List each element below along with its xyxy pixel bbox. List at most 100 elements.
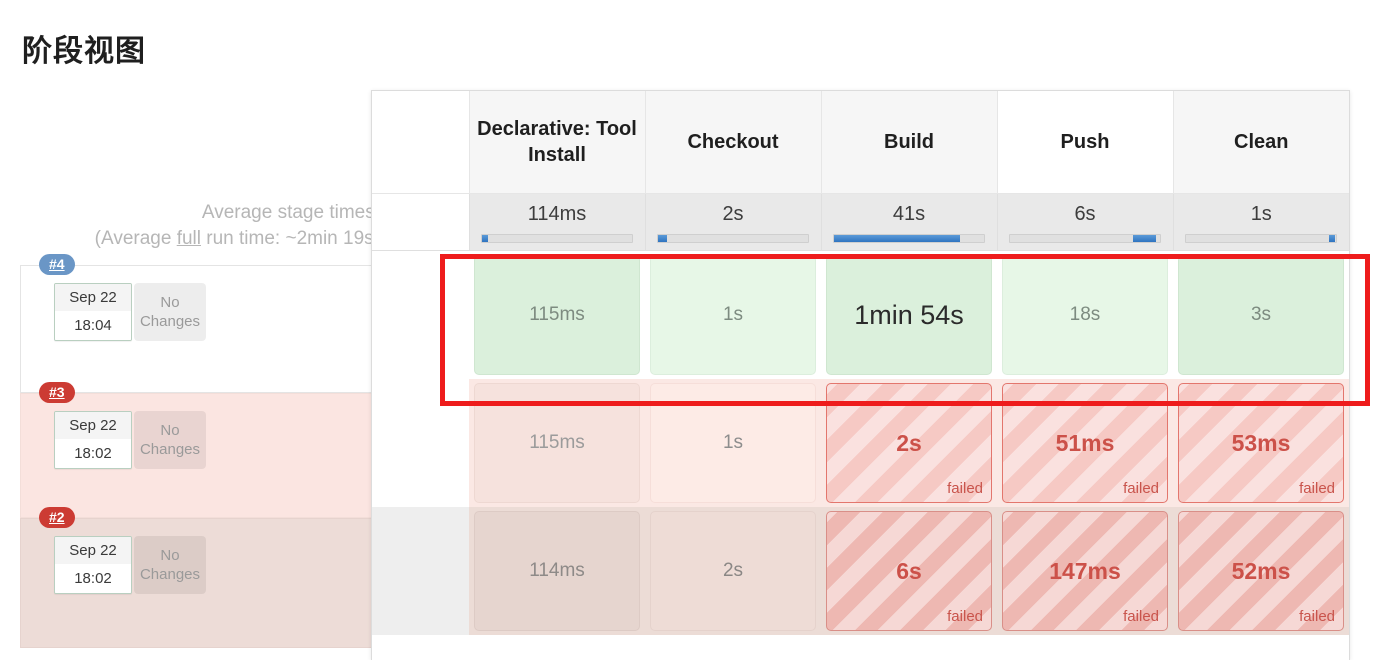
stage-cell: 52ms failed <box>1173 507 1349 635</box>
stage-average-bar <box>833 234 985 243</box>
stage-cell-failed[interactable]: 52ms failed <box>1178 511 1344 631</box>
stage-duration: 114ms <box>529 560 585 581</box>
average-stage-times-note: Average stage times: (Average full run t… <box>20 200 380 252</box>
run-number-badge[interactable]: #2 <box>39 507 75 528</box>
stage-cell: 147ms failed <box>997 507 1173 635</box>
run-changes-box[interactable]: No Changes <box>134 283 206 341</box>
stage-header-push[interactable]: Push <box>996 91 1173 194</box>
stage-average-bar <box>481 234 633 243</box>
stage-average-cell: 2s <box>644 193 821 251</box>
run-first-column <box>372 250 469 379</box>
stage-cell: 2s failed <box>821 379 997 507</box>
stage-duration: 18s <box>1069 304 1101 325</box>
failed-label: failed <box>1299 480 1335 497</box>
stage-average-cell: 41s <box>820 193 997 251</box>
run-meta: Sep 22 18:04 No Changes <box>54 283 206 341</box>
stage-average-time: 2s <box>722 203 744 225</box>
failed-label: failed <box>947 608 983 625</box>
stage-cell-failed[interactable]: 51ms failed <box>1002 383 1168 503</box>
stage-average-bar-fill <box>658 235 667 242</box>
run-row[interactable]: #3 Sep 22 18:02 No Changes <box>20 382 388 518</box>
stage-duration: 2s <box>722 560 744 581</box>
stage-header-build[interactable]: Build <box>820 91 997 194</box>
stage-cell-success[interactable]: 1s <box>650 255 816 375</box>
stage-duration: 51ms <box>1055 429 1115 456</box>
stage-table: Declarative: Tool Install Checkout Build Pu… <box>372 91 1349 635</box>
header-corner <box>372 91 469 194</box>
stage-cell-success[interactable]: 114ms <box>474 511 640 631</box>
stage-run-row: 114ms 2s 6s failed 147ms failed 52ms failed <box>372 507 1349 635</box>
stage-cell: 3s <box>1173 250 1349 379</box>
stage-average-cell: 6s <box>996 193 1173 251</box>
stage-average-bar <box>1185 234 1338 243</box>
run-meta: Sep 22 18:02 No Changes <box>54 411 206 469</box>
stage-duration: 115ms <box>529 432 585 453</box>
stage-header-clean[interactable]: Clean <box>1172 91 1349 194</box>
stage-duration: 115ms <box>529 304 585 325</box>
stage-header-checkout[interactable]: Checkout <box>644 91 821 194</box>
stage-average-time: 41s <box>892 203 926 225</box>
stage-duration: 3s <box>1250 304 1272 325</box>
failed-label: failed <box>1299 608 1335 625</box>
stage-run-row: 115ms 1s 1min 54s 18s 3s <box>372 250 1349 379</box>
run-date: Sep 22 <box>55 537 131 564</box>
run-datetime-box[interactable]: Sep 22 18:02 <box>54 536 132 594</box>
stage-cell-success[interactable]: 3s <box>1178 255 1344 375</box>
run-time: 18:04 <box>55 311 131 340</box>
avg-line2-suffix: run time: ~2min 19s) <box>201 228 380 249</box>
average-full-run-time-label: (Average full run time: ~2min 19s) <box>20 226 380 252</box>
stage-cell-success[interactable]: 115ms <box>474 255 640 375</box>
stage-cell-failed[interactable]: 6s failed <box>826 511 992 631</box>
stage-cell-failed[interactable]: 2s failed <box>826 383 992 503</box>
stage-cell-success[interactable]: 18s <box>1002 255 1168 375</box>
run-first-column <box>372 379 469 507</box>
run-date: Sep 22 <box>55 412 131 439</box>
stage-cell-success[interactable]: 2s <box>650 511 816 631</box>
stage-cell: 2s <box>645 507 821 635</box>
run-first-column <box>372 507 469 635</box>
run-number-badge[interactable]: #4 <box>39 254 75 275</box>
failed-label: failed <box>1123 480 1159 497</box>
stage-average-cell: 1s <box>1172 193 1349 251</box>
stage-average-cell: 114ms <box>468 193 645 251</box>
stage-cell: 6s failed <box>821 507 997 635</box>
average-stage-times-label: Average stage times: <box>201 202 380 223</box>
stage-average-bar-fill <box>834 235 960 242</box>
run-meta: Sep 22 18:02 No Changes <box>54 536 206 594</box>
stage-table-panel: Declarative: Tool Install Checkout Build Pu… <box>371 90 1350 660</box>
stage-cell: 1s <box>645 379 821 507</box>
failed-label: failed <box>1123 608 1159 625</box>
stage-cell: 115ms <box>469 250 645 379</box>
stage-cell-failed[interactable]: 147ms failed <box>1002 511 1168 631</box>
stage-header-declarative-tool-install[interactable]: Declarative: Tool Install <box>468 91 645 194</box>
stage-table-body: 115ms 1s 1min 54s 18s 3s 115ms 1s 2s failed 51ms f… <box>372 250 1349 635</box>
stage-average-bar-fill <box>1328 235 1335 242</box>
run-changes-box[interactable]: No Changes <box>134 411 206 469</box>
run-changes-box[interactable]: No Changes <box>134 536 206 594</box>
run-number-badge[interactable]: #3 <box>39 382 75 403</box>
stage-view-page: 阶段视图 Average stage times: (Average full … <box>0 0 1400 660</box>
stage-duration: 52ms <box>1231 557 1291 584</box>
stage-cell-success[interactable]: 1min 54s <box>826 255 992 375</box>
stage-average-time: 114ms <box>527 203 587 225</box>
stage-cell-failed[interactable]: 53ms failed <box>1178 383 1344 503</box>
run-row[interactable]: #4 Sep 22 18:04 No Changes <box>20 254 388 393</box>
run-row[interactable]: #2 Sep 22 18:02 No Changes <box>20 507 388 648</box>
stage-cell: 1s <box>645 250 821 379</box>
avg-line2-prefix: (Average <box>94 228 177 249</box>
stage-average-bar <box>1009 234 1161 243</box>
stage-cell-success[interactable]: 1s <box>650 383 816 503</box>
stage-cell: 115ms <box>469 379 645 507</box>
stage-cell: 1min 54s <box>821 250 997 379</box>
average-times-row: 114ms 2s 41s 6s 1s <box>372 193 1349 251</box>
stage-duration: 147ms <box>1049 557 1121 584</box>
stage-duration: 1min 54s <box>854 299 964 330</box>
run-date: Sep 22 <box>55 284 131 311</box>
stage-average-time: 1s <box>1250 203 1272 225</box>
stage-table-head: Declarative: Tool Install Checkout Build Pu… <box>372 91 1349 251</box>
run-time: 18:02 <box>55 564 131 593</box>
run-datetime-box[interactable]: Sep 22 18:04 <box>54 283 132 341</box>
run-datetime-box[interactable]: Sep 22 18:02 <box>54 411 132 469</box>
stage-duration: 1s <box>722 304 744 325</box>
stage-cell-success[interactable]: 115ms <box>474 383 640 503</box>
